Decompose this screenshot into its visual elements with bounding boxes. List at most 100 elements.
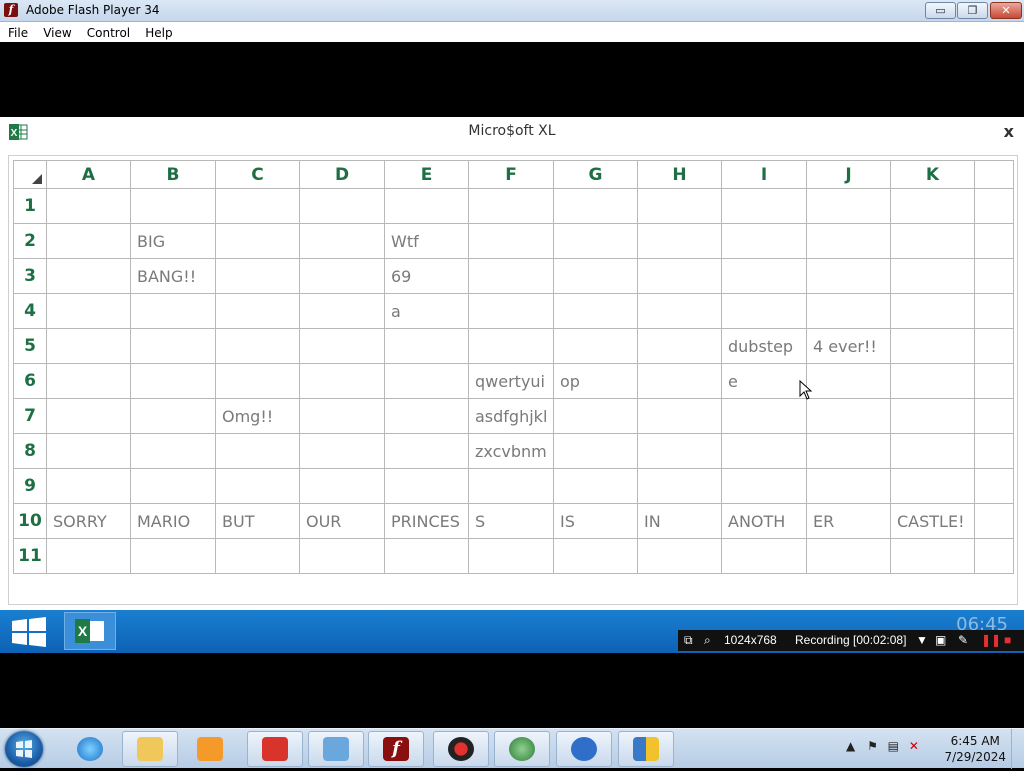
cell[interactable] xyxy=(299,328,385,364)
column-header[interactable]: G xyxy=(553,160,638,189)
cell[interactable] xyxy=(299,398,385,434)
cell[interactable] xyxy=(974,293,1014,329)
row-header[interactable]: 2 xyxy=(13,223,47,259)
cell[interactable] xyxy=(974,328,1014,364)
cell[interactable] xyxy=(299,188,385,224)
cell[interactable] xyxy=(215,363,300,399)
cell[interactable] xyxy=(721,188,807,224)
cell[interactable] xyxy=(806,398,891,434)
cell[interactable] xyxy=(553,188,638,224)
pause-icon[interactable]: ❚❚ xyxy=(981,633,1001,647)
cell[interactable] xyxy=(806,293,891,329)
cell[interactable] xyxy=(130,328,216,364)
cell[interactable]: asdfghjkl xyxy=(468,398,554,434)
cell[interactable] xyxy=(299,433,385,469)
cell[interactable] xyxy=(637,188,722,224)
column-header[interactable]: C xyxy=(215,160,300,189)
cell[interactable] xyxy=(468,538,554,574)
cell[interactable] xyxy=(46,398,131,434)
cell[interactable] xyxy=(468,258,554,294)
windows-logo-icon[interactable] xyxy=(10,616,48,648)
cell[interactable] xyxy=(806,433,891,469)
show-desktop-button[interactable] xyxy=(1011,729,1024,769)
network-icon[interactable]: ▤ xyxy=(888,739,899,753)
cell[interactable] xyxy=(215,538,300,574)
cell[interactable] xyxy=(299,223,385,259)
column-header[interactable]: E xyxy=(384,160,469,189)
cell[interactable] xyxy=(215,223,300,259)
menu-file[interactable]: File xyxy=(8,23,28,40)
cell[interactable] xyxy=(46,258,131,294)
cell[interactable]: ER xyxy=(806,503,891,539)
cell[interactable] xyxy=(384,363,469,399)
cell[interactable]: BANG!! xyxy=(130,258,216,294)
dropdown-arrow-icon[interactable]: ▼ xyxy=(916,633,928,647)
row-header[interactable]: 1 xyxy=(13,188,47,224)
cell[interactable] xyxy=(553,433,638,469)
menu-control[interactable]: Control xyxy=(87,23,130,40)
cell[interactable] xyxy=(974,188,1014,224)
cell[interactable]: IN xyxy=(637,503,722,539)
cell[interactable] xyxy=(890,188,975,224)
cell[interactable] xyxy=(215,328,300,364)
cell[interactable]: MARIO xyxy=(130,503,216,539)
cell[interactable]: SORRY xyxy=(46,503,131,539)
row-header[interactable]: 6 xyxy=(13,363,47,399)
cell[interactable] xyxy=(637,363,722,399)
taskbar-app-globe[interactable] xyxy=(494,731,550,767)
row-header[interactable]: 5 xyxy=(13,328,47,364)
row-header[interactable]: 3 xyxy=(13,258,47,294)
cell[interactable]: 4 ever!! xyxy=(806,328,891,364)
cell[interactable] xyxy=(130,538,216,574)
cell[interactable] xyxy=(553,223,638,259)
column-header[interactable]: J xyxy=(806,160,891,189)
cell[interactable] xyxy=(974,538,1014,574)
minimize-button[interactable]: ▭ xyxy=(925,2,956,19)
cell[interactable] xyxy=(553,328,638,364)
cell[interactable] xyxy=(890,538,975,574)
cell[interactable] xyxy=(384,468,469,504)
cell[interactable] xyxy=(890,433,975,469)
cell[interactable] xyxy=(806,538,891,574)
cell[interactable] xyxy=(974,433,1014,469)
cell[interactable] xyxy=(553,293,638,329)
cell[interactable]: Omg!! xyxy=(215,398,300,434)
xl-close-button[interactable]: x xyxy=(1004,122,1014,141)
cell[interactable] xyxy=(468,328,554,364)
cell[interactable] xyxy=(890,258,975,294)
cell[interactable] xyxy=(974,503,1014,539)
cell[interactable] xyxy=(637,293,722,329)
cell[interactable] xyxy=(806,468,891,504)
cell[interactable] xyxy=(299,468,385,504)
cell[interactable] xyxy=(46,293,131,329)
taskbar-media-player[interactable] xyxy=(182,731,238,767)
cell[interactable] xyxy=(890,468,975,504)
column-header[interactable]: F xyxy=(468,160,554,189)
cell[interactable] xyxy=(46,468,131,504)
column-header[interactable]: K xyxy=(890,160,975,189)
cell[interactable]: BIG xyxy=(130,223,216,259)
taskbar-clock[interactable]: 6:45 AM 7/29/2024 xyxy=(944,733,1006,765)
pen-icon[interactable]: ✎ xyxy=(958,633,968,647)
taskbar-control-panel[interactable] xyxy=(308,731,364,767)
cell[interactable] xyxy=(468,223,554,259)
taskbar-file-explorer[interactable] xyxy=(122,731,178,767)
cell[interactable] xyxy=(553,468,638,504)
cell[interactable] xyxy=(46,538,131,574)
window-mode-icon[interactable]: ⧉ xyxy=(684,633,693,648)
taskbar-internet-explorer[interactable] xyxy=(62,731,118,767)
taskbar-app-blue[interactable] xyxy=(556,731,612,767)
column-header-extra[interactable] xyxy=(974,160,1014,189)
cell[interactable]: ANOTH xyxy=(721,503,807,539)
cell[interactable] xyxy=(215,433,300,469)
camera-icon[interactable]: ▣ xyxy=(935,633,946,647)
cell[interactable] xyxy=(721,293,807,329)
cell[interactable] xyxy=(637,468,722,504)
zoom-icon[interactable]: ⌕ xyxy=(704,633,711,648)
row-header[interactable]: 7 xyxy=(13,398,47,434)
stop-icon[interactable]: ■ xyxy=(1004,633,1011,647)
column-header[interactable]: I xyxy=(721,160,807,189)
taskbar-app-red[interactable] xyxy=(247,731,303,767)
cell[interactable] xyxy=(130,468,216,504)
cell[interactable] xyxy=(637,223,722,259)
